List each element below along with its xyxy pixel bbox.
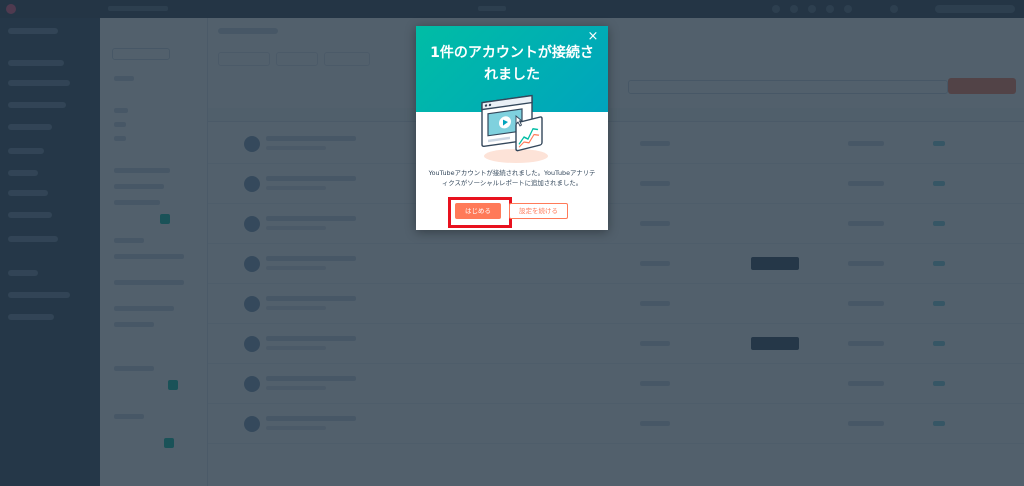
start-button[interactable]: はじめる <box>455 203 501 219</box>
modal-body-line: YouTubeアカウントが接続されました。YouTubeアナリテ <box>428 169 596 177</box>
continue-setup-button[interactable]: 設定を続ける <box>509 203 568 219</box>
modal-title-line: れました <box>484 67 540 83</box>
modal-body-text: YouTubeアカウントが接続されました。YouTubeアナリテ ィクスがソーシ… <box>428 168 596 188</box>
modal-title-line: 1件のアカウントが接続さ <box>430 45 594 61</box>
modal-title: 1件のアカウントが接続さ れました <box>426 42 598 86</box>
video-analytics-illustration-icon <box>481 94 548 163</box>
account-connected-modal: × 1件のアカウントが接続さ れました YouTubeアカウントが接続されました… <box>416 26 608 230</box>
modal-body-line: ィクスがソーシャルレポートに追加されました。 <box>441 179 583 187</box>
